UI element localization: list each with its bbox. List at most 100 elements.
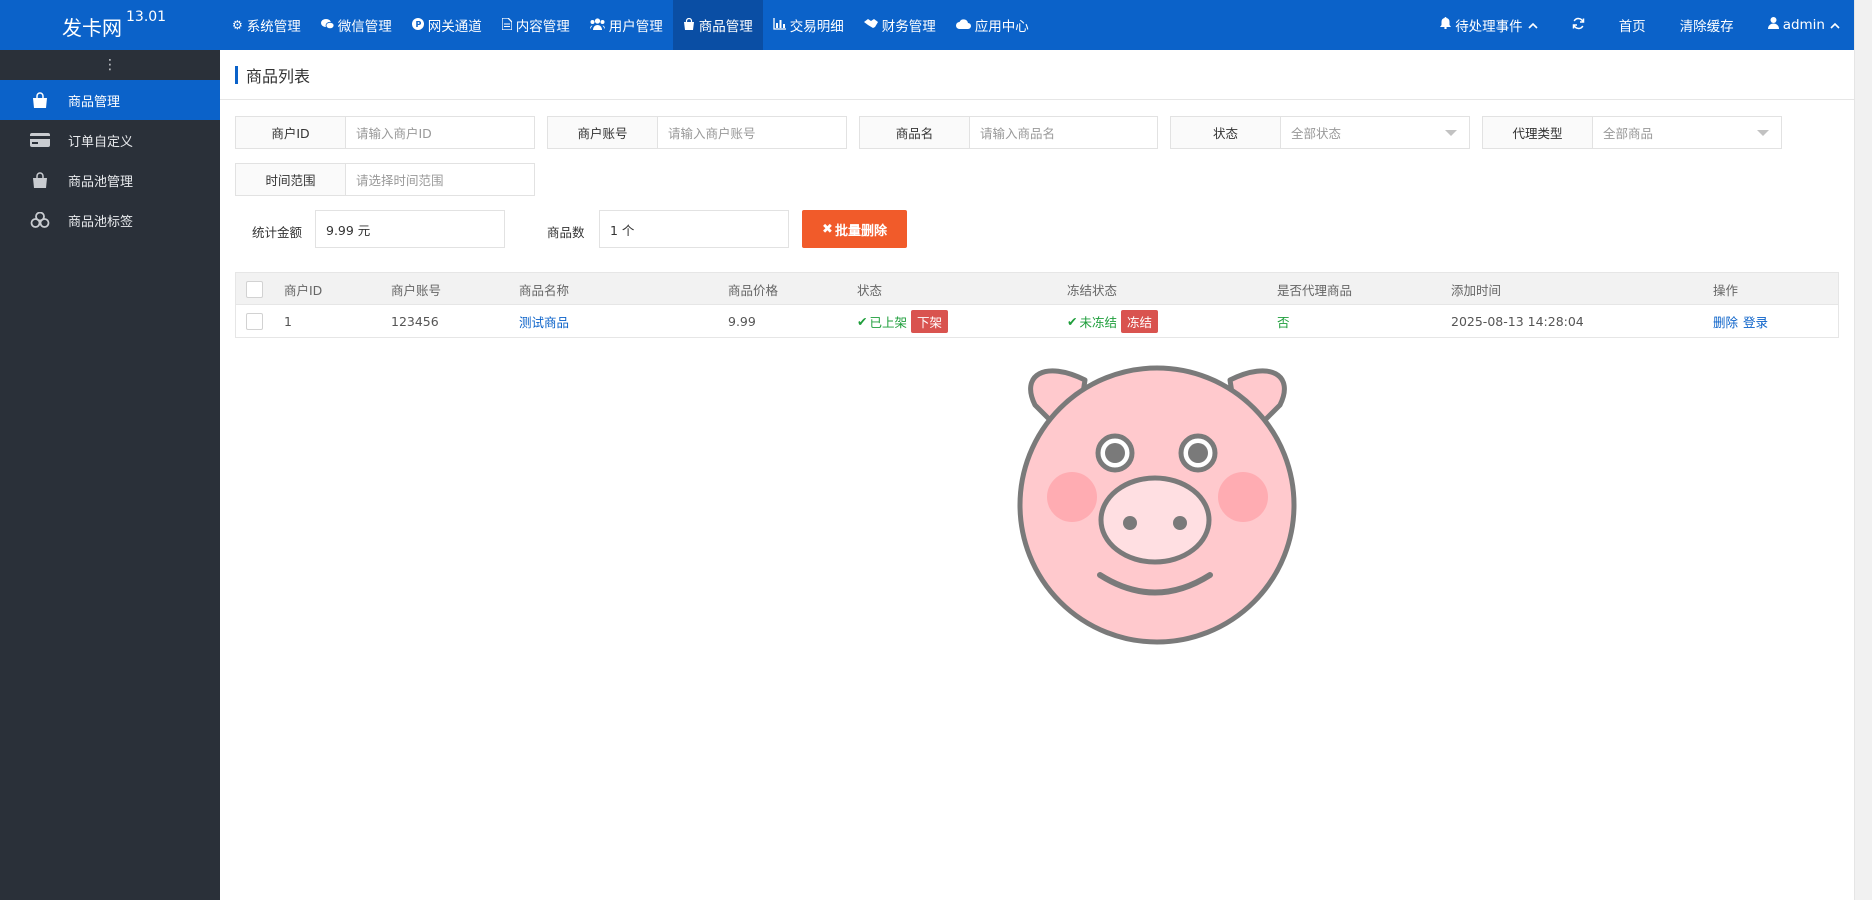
select-all-checkbox[interactable]	[246, 280, 263, 298]
pending-events-label: 待处理事件	[1455, 19, 1523, 35]
agent-type-filter: 代理类型 全部商品	[1482, 116, 1782, 149]
shopping-bag-icon	[28, 92, 52, 108]
column-header: 商户账号	[391, 282, 442, 298]
shopping-bag-icon	[28, 172, 52, 188]
handshake-icon	[863, 18, 878, 33]
users-icon	[589, 17, 605, 33]
freeze-button[interactable]: 冻结	[1121, 309, 1159, 333]
filter-label: 时间范围	[236, 164, 346, 195]
check-icon: ✔	[857, 313, 868, 329]
column-header: 是否代理商品	[1277, 282, 1353, 298]
main-content: 商品列表 商户ID 请输入商户ID 商户账号 请输入商户账号 商品名 请输入商品…	[220, 50, 1854, 900]
time-range-input[interactable]: 请选择时间范围	[346, 164, 534, 195]
status-select[interactable]: 全部状态	[1281, 117, 1469, 148]
clear-cache-link[interactable]: 清除缓存	[1663, 0, 1751, 50]
column-header: 商品价格	[728, 282, 779, 298]
actions-cell: 删除 登录	[1713, 305, 1768, 337]
merchant-id-cell: 1	[284, 313, 292, 329]
delete-link[interactable]: 删除	[1713, 312, 1738, 331]
refresh-button[interactable]	[1555, 0, 1602, 50]
added-at-cell: 2025-08-13 14:28:04	[1451, 313, 1584, 329]
product-name-input[interactable]: 请输入商品名	[970, 117, 1157, 148]
topnav-label: 内容管理	[515, 19, 570, 35]
sidebar-item-order-custom[interactable]: 订单自定义	[0, 120, 220, 160]
topnav-transactions[interactable]: 交易明细	[763, 0, 854, 50]
price-cell: 9.99	[728, 313, 756, 329]
home-link[interactable]: 首页	[1602, 0, 1663, 50]
topnav-finance[interactable]: 财务管理	[854, 0, 946, 50]
cubes-icon	[28, 212, 52, 228]
time-range-filter: 时间范围 请选择时间范围	[235, 163, 535, 196]
merchant-id-input[interactable]: 请输入商户ID	[346, 117, 534, 148]
bar-chart-icon	[773, 17, 786, 33]
topnav-label: 网关通道	[427, 19, 482, 35]
unlist-button[interactable]: 下架	[911, 309, 949, 333]
topnav-products[interactable]: 商品管理	[672, 0, 763, 50]
filter-label: 代理类型	[1483, 117, 1593, 148]
refresh-icon	[1572, 17, 1585, 34]
chevron-up-icon	[1528, 17, 1538, 33]
amount-label: 统计金额	[252, 225, 303, 240]
row-checkbox[interactable]	[246, 312, 263, 330]
wechat-icon	[320, 18, 335, 33]
bell-icon	[1440, 17, 1452, 33]
amount-value: 9.99 元	[315, 210, 505, 248]
sidebar-item-label: 商品池标签	[68, 214, 134, 230]
app-version: 13.01	[126, 9, 167, 26]
app-title: 发卡网	[62, 16, 122, 40]
is-agent-cell: 否	[1277, 314, 1290, 330]
batch-delete-button[interactable]: ✖ 批量删除	[802, 210, 907, 248]
sidebar-item-products[interactable]: 商品管理	[0, 80, 220, 120]
count-label: 商品数	[547, 225, 585, 240]
product-name-link[interactable]: 测试商品	[519, 312, 569, 331]
select-all-cell	[246, 273, 263, 305]
filter-label: 商户ID	[236, 117, 346, 148]
count-value: 1 个	[599, 210, 789, 248]
file-icon	[501, 16, 513, 33]
sidebar-item-label: 订单自定义	[68, 134, 134, 150]
merchant-account-input[interactable]: 请输入商户账号	[658, 117, 846, 148]
top-right-nav: 待处理事件 首页 清除缓存 admin	[1423, 0, 1840, 50]
user-icon	[1767, 17, 1779, 33]
svg-text:P: P	[415, 20, 421, 29]
table-header: 商户ID 商户账号 商品名称 商品价格 状态 冻结状态 是否代理商品 添加时间 …	[236, 273, 1838, 305]
vertical-scrollbar[interactable]	[1854, 0, 1872, 900]
status-filter: 状态 全部状态	[1170, 116, 1470, 149]
topnav-system[interactable]: ⚙ 系统管理	[222, 0, 311, 50]
topnav-content[interactable]: 内容管理	[492, 0, 580, 50]
agent-type-select-value: 全部商品	[1603, 126, 1654, 141]
product-name-cell: 测试商品	[519, 305, 569, 337]
topnav-label: 微信管理	[337, 19, 392, 35]
topnav-label: 用户管理	[608, 19, 663, 35]
sidebar-item-pool-tags[interactable]: 商品池标签	[0, 200, 220, 240]
table-row: 1 123456 测试商品 9.99 ✔ 已上架 下架 ✔ 未冻结 冻结 否 2…	[236, 305, 1838, 337]
user-menu[interactable]: admin	[1751, 0, 1840, 50]
merchant-id-filter: 商户ID 请输入商户ID	[235, 116, 535, 149]
shopping-bag-icon	[683, 17, 695, 33]
topnav-gateway[interactable]: P 网关通道	[402, 0, 492, 50]
top-navbar: 发卡网 13.01 ⚙ 系统管理 微信管理 P 网关通道 内容管理 用户管理 商…	[0, 0, 1872, 50]
chevron-up-icon	[1830, 17, 1840, 33]
column-header: 冻结状态	[1067, 282, 1118, 298]
login-link[interactable]: 登录	[1743, 312, 1768, 331]
sidebar-item-label: 商品管理	[68, 94, 121, 110]
column-header: 添加时间	[1451, 282, 1502, 298]
freeze-status-text: 未冻结	[1079, 314, 1117, 330]
close-icon: ✖	[822, 221, 833, 237]
app-logo[interactable]: 发卡网 13.01	[62, 9, 167, 41]
cloud-icon	[955, 18, 971, 32]
topnav-apps[interactable]: 应用中心	[946, 0, 1039, 50]
gear-icon: ⚙	[232, 18, 243, 32]
sidebar-item-pool[interactable]: 商品池管理	[0, 160, 220, 200]
pending-events-dropdown[interactable]: 待处理事件	[1423, 0, 1555, 50]
topnav-users[interactable]: 用户管理	[580, 0, 673, 50]
page-title: 商品列表	[246, 66, 311, 86]
column-header: 商品名称	[519, 282, 570, 298]
batch-delete-label: 批量删除	[834, 223, 887, 239]
agent-type-select[interactable]: 全部商品	[1593, 117, 1781, 148]
sidebar-toggle[interactable]: ⋮	[0, 50, 220, 80]
topnav-wechat[interactable]: 微信管理	[311, 0, 402, 50]
product-name-filter: 商品名 请输入商品名	[859, 116, 1158, 149]
caret-down-icon	[1757, 130, 1769, 136]
check-icon: ✔	[1067, 313, 1078, 329]
